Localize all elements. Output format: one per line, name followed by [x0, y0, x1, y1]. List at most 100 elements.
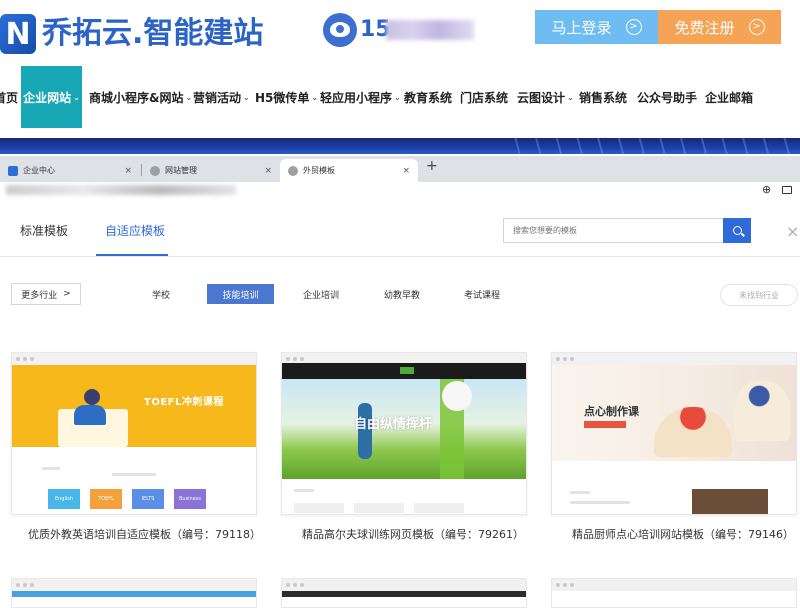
nav-label: 企业网站	[23, 90, 72, 105]
nav-item-mall[interactable]: 商城小程序&网站 ⌄	[89, 66, 192, 128]
logo-text[interactable]: 乔拓云.智能建站	[42, 14, 263, 54]
globe-icon	[288, 165, 298, 176]
preview-window-bar	[12, 353, 256, 365]
preview-hero-text: TOEFL冲刺课程	[144, 397, 224, 408]
preview-hero-text: 点心制作课	[584, 405, 639, 418]
illustration-person-head	[84, 389, 100, 405]
browser-tab-bar: 企业中心 × 网站管理 × 外贸模板 ×	[0, 156, 800, 182]
nav-label: 教育系统	[404, 90, 453, 105]
industry-not-found-button[interactable]: 未找到行业	[720, 284, 798, 306]
template-card[interactable]: 点心制作课	[551, 352, 797, 515]
nav-item-home[interactable]: 首页	[0, 66, 18, 128]
nav-label: 商城小程序&网站	[89, 90, 184, 105]
preview-tile: TOEFL	[90, 489, 122, 509]
preview-window-bar	[282, 579, 526, 591]
nav-item-cloud-design[interactable]: 云图设计 ⌄	[517, 66, 574, 128]
template-search-input[interactable]	[503, 218, 724, 243]
close-icon[interactable]: ×	[124, 166, 132, 176]
search-icon	[732, 226, 742, 235]
template-title[interactable]: 精品高尔夫球训练网页模板（编号：79261）	[302, 526, 524, 542]
template-card[interactable]	[11, 578, 257, 608]
template-card[interactable]	[281, 578, 527, 608]
template-card[interactable]: 自由纵情挥杆	[281, 352, 527, 515]
preview-text-line	[570, 491, 590, 494]
nav-item-store[interactable]: 门店系统	[460, 66, 508, 128]
category-early-education[interactable]: 幼教早教	[374, 284, 430, 304]
arrow-right-icon: >	[625, 19, 642, 35]
nav-item-education[interactable]: 教育系统	[404, 66, 452, 128]
nav-item-h5[interactable]: H5微传单 ⌄	[255, 66, 318, 128]
preview-window-bar	[552, 579, 796, 591]
nav-label: 云图设计	[517, 90, 566, 105]
preview-window-bar	[12, 579, 256, 591]
search-button[interactable]	[723, 218, 751, 243]
template-title[interactable]: 精品厨师点心培训网站模板（编号：79146）	[572, 526, 794, 542]
address-redacted	[6, 185, 236, 195]
logo-badge[interactable]: N	[0, 14, 36, 54]
arrow-right-icon: >	[748, 19, 765, 35]
close-icon[interactable]: ×	[786, 222, 799, 241]
close-icon[interactable]: ×	[402, 166, 410, 176]
illustration-golf-ball	[442, 381, 472, 411]
tab-divider	[0, 256, 800, 257]
nav-item-light-app[interactable]: 轻应用小程序 ⌄	[320, 66, 401, 128]
login-button[interactable]: 马上登录 >	[535, 10, 658, 44]
nav-item-marketing[interactable]: 营销活动 ⌄	[193, 66, 250, 128]
chevron-down-icon: ⌄	[243, 92, 250, 102]
browser-tab-site-management[interactable]: 网站管理 ×	[142, 159, 280, 182]
preview-window-bar	[552, 353, 796, 365]
preview-top-nav	[12, 591, 256, 597]
template-card[interactable]: TOEFL冲刺课程 English TOEFL IELTS Business	[11, 352, 257, 515]
template-preview-hero: 点心制作课	[552, 365, 796, 461]
site-favicon-icon	[8, 165, 18, 176]
template-card[interactable]	[551, 578, 797, 608]
nav-label: 轻应用小程序	[320, 90, 393, 105]
chevron-down-icon: ⌄	[73, 92, 80, 102]
tab-adaptive-templates[interactable]: 自适应模板	[105, 222, 165, 239]
template-preview-hero: 自由纵情挥杆	[282, 379, 526, 479]
category-corporate-training[interactable]: 企业培训	[293, 284, 349, 304]
preview-tile: IELTS	[132, 489, 164, 509]
tab-label: 网站管理	[165, 166, 197, 175]
new-tab-button[interactable]: +	[426, 158, 438, 174]
preview-top-nav	[282, 591, 526, 597]
preview-nav-highlight	[400, 367, 414, 374]
close-icon[interactable]: ×	[264, 166, 272, 176]
nav-item-wechat-helper[interactable]: 公众号助手	[637, 66, 697, 128]
chevron-down-icon: ⌄	[311, 92, 319, 102]
preview-text-line	[570, 501, 630, 504]
site-header: N 乔拓云.智能建站 15 马上登录 > 免费注册 >	[0, 0, 800, 64]
chevron-down-icon: ⌄	[185, 92, 193, 102]
preview-photo	[692, 489, 768, 514]
preview-text-line	[112, 473, 156, 476]
chevron-down-icon: ⌄	[394, 92, 401, 102]
more-industry-label: 更多行业	[21, 290, 58, 301]
preview-top-nav	[282, 363, 526, 379]
template-title[interactable]: 优质外教英语培训自适应模板（编号：79118）	[28, 526, 261, 542]
tab-standard-templates[interactable]: 标准模板	[20, 222, 68, 239]
preview-text-line	[42, 467, 60, 470]
nav-item-enterprise-site[interactable]: 企业网站 ⌄	[21, 66, 82, 128]
more-industry-button[interactable]: 更多行业 >	[11, 283, 81, 305]
preview-hero-text: 自由纵情挥杆	[354, 417, 433, 432]
nav-item-email[interactable]: 企业邮箱	[705, 66, 753, 128]
preview-text-line	[294, 489, 314, 492]
nav-label: 企业邮箱	[705, 90, 754, 105]
category-school[interactable]: 学校	[141, 284, 181, 304]
category-exam-courses[interactable]: 考试课程	[454, 284, 510, 304]
image-icon[interactable]	[782, 186, 792, 194]
customer-service-icon	[323, 13, 357, 47]
nav-label: 公众号助手	[637, 90, 698, 105]
preview-tile: English	[48, 489, 80, 509]
nav-item-sales[interactable]: 销售系统	[579, 66, 627, 128]
register-label: 免费注册	[674, 18, 735, 37]
register-button[interactable]: 免费注册 >	[658, 10, 781, 44]
preview-block	[414, 503, 464, 513]
browser-tab-trade-templates[interactable]: 外贸模板 ×	[280, 159, 418, 182]
illustration-cake	[734, 381, 790, 441]
browser-tab-enterprise-center[interactable]: 企业中心 ×	[0, 159, 140, 182]
zoom-icon[interactable]: ⊕	[762, 183, 771, 196]
preview-block	[294, 503, 344, 513]
category-skills-training[interactable]: 技能培训	[207, 284, 274, 304]
address-bar[interactable]	[0, 182, 800, 198]
